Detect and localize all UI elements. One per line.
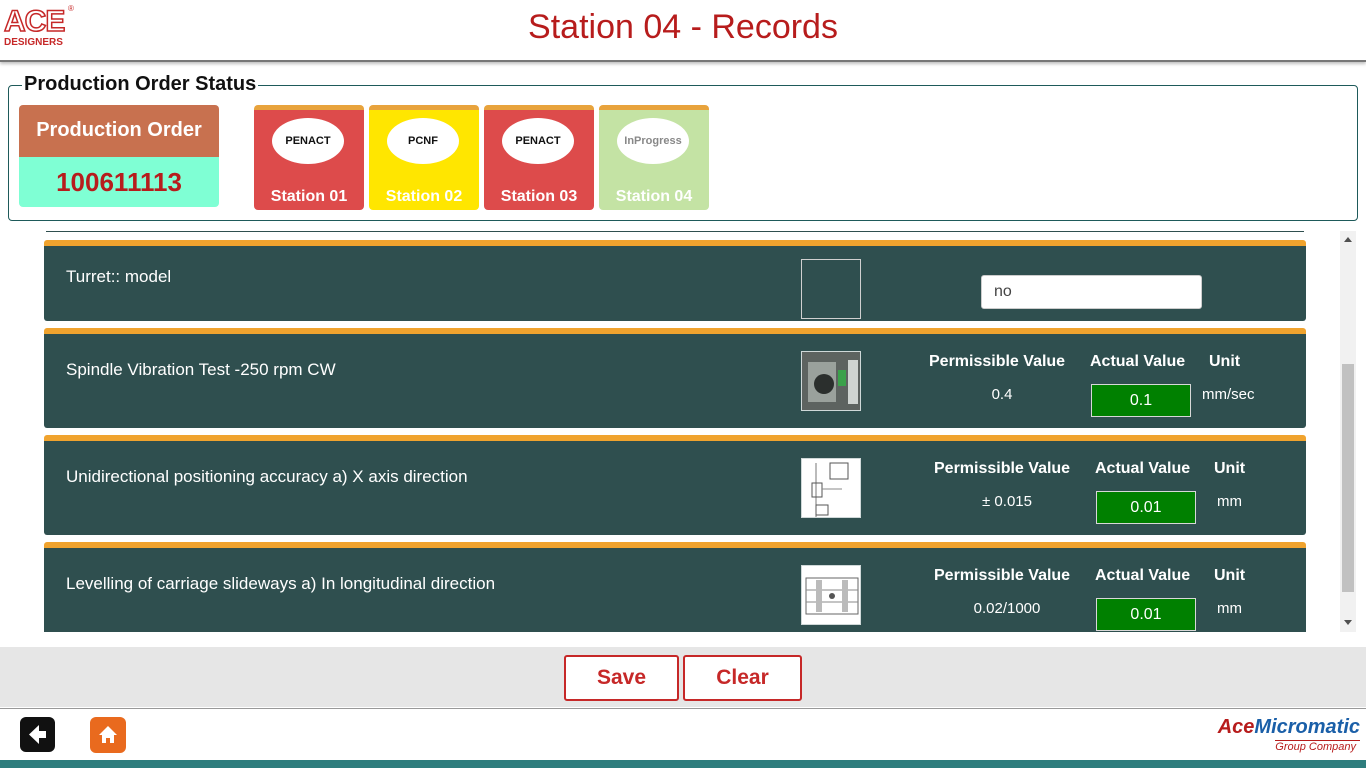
station-name: Station 02 [385, 188, 463, 205]
permissible-value: ± 0.015 [982, 493, 1032, 510]
unit-value: mm/sec [1202, 386, 1255, 403]
station-name: Station 04 [615, 188, 693, 205]
clear-button[interactable]: Clear [683, 655, 802, 701]
scroll-down-arrow-icon[interactable] [1344, 620, 1352, 625]
app-footer: AceMicromatic Group Company [0, 708, 1366, 760]
scrollbar-thumb[interactable] [1342, 364, 1354, 592]
record-label: Levelling of carriage slideways a) In lo… [66, 574, 496, 593]
brand-subtitle: Group Company [1275, 740, 1360, 753]
records-scrollbar[interactable] [1340, 231, 1356, 632]
permissible-value: 0.02/1000 [973, 600, 1041, 617]
turret-model-input[interactable]: no [981, 275, 1202, 309]
unit-value: mm [1217, 600, 1242, 617]
station-name: Station 03 [500, 188, 578, 205]
records-list[interactable]: Turret:: model no Spindle Vibration Test… [0, 231, 1366, 632]
status-legend: Production Order Status [22, 73, 259, 96]
home-icon [99, 726, 117, 743]
permissible-value-header: Permissible Value [934, 460, 1071, 477]
ace-micromatic-logo: AceMicromatic Group Company [1200, 717, 1360, 753]
permissible-value-header: Permissible Value [929, 353, 1066, 370]
record-row-turret-model: Turret:: model no [44, 240, 1306, 321]
actual-value-input[interactable]: 0.1 [1091, 384, 1191, 417]
station-status-badge: PCNF [387, 118, 459, 164]
actual-value-header: Actual Value [1095, 460, 1191, 477]
station-status-badge: PENACT [272, 118, 344, 164]
production-order-number: 100611113 [19, 157, 219, 207]
divider [46, 231, 1304, 232]
record-label: Turret:: model [66, 267, 172, 286]
app-header: ACE DESIGNERS ® Station 04 - Records [0, 0, 1366, 62]
save-button[interactable]: Save [564, 655, 679, 701]
action-bar: Save Clear [0, 647, 1366, 707]
unit-header: Unit [1214, 567, 1246, 584]
brand-ace: Ace [1217, 716, 1255, 738]
unit-value: mm [1217, 493, 1242, 510]
station-card-01[interactable]: PENACT Station 01 [254, 105, 364, 210]
station-status-badge: InProgress [617, 118, 689, 164]
permissible-value: 0.4 [991, 386, 1013, 403]
station-status-badge: PENACT [502, 118, 574, 164]
actual-value-header: Actual Value [1095, 567, 1191, 584]
brand-micromatic: Micromatic [1254, 716, 1360, 738]
station-card-03[interactable]: PENACT Station 03 [484, 105, 594, 210]
permissible-value-header: Permissible Value [934, 567, 1071, 584]
production-order-card: Production Order 100611113 [19, 105, 219, 207]
spindle-photo-icon[interactable] [801, 351, 861, 411]
back-button[interactable] [20, 717, 55, 752]
actual-value-input[interactable]: 0.01 [1096, 491, 1196, 524]
image-placeholder-icon[interactable] [801, 259, 861, 319]
scroll-up-arrow-icon[interactable] [1344, 237, 1352, 242]
station-card-02[interactable]: PCNF Station 02 [369, 105, 479, 210]
slideway-diagram-icon[interactable] [801, 565, 861, 625]
footer-strip [0, 760, 1366, 768]
axis-diagram-icon[interactable] [801, 458, 861, 518]
home-button[interactable] [90, 717, 126, 753]
record-row-spindle-vibration: Spindle Vibration Test -250 rpm CW Permi… [44, 328, 1306, 428]
record-label: Spindle Vibration Test -250 rpm CW [66, 360, 336, 379]
unit-header: Unit [1209, 353, 1241, 370]
back-arrow-icon [29, 725, 46, 744]
station-name: Station 01 [270, 188, 348, 205]
record-row-positioning-accuracy: Unidirectional positioning accuracy a) X… [44, 435, 1306, 535]
unit-header: Unit [1214, 460, 1246, 477]
actual-value-input[interactable]: 0.01 [1096, 598, 1196, 631]
record-label: Unidirectional positioning accuracy a) X… [66, 467, 468, 486]
actual-value-header: Actual Value [1090, 353, 1186, 370]
production-order-label: Production Order [19, 105, 219, 157]
record-row-carriage-levelling: Levelling of carriage slideways a) In lo… [44, 542, 1306, 632]
station-card-04[interactable]: InProgress Station 04 [599, 105, 709, 210]
page-title: Station 04 - Records [528, 8, 838, 46]
